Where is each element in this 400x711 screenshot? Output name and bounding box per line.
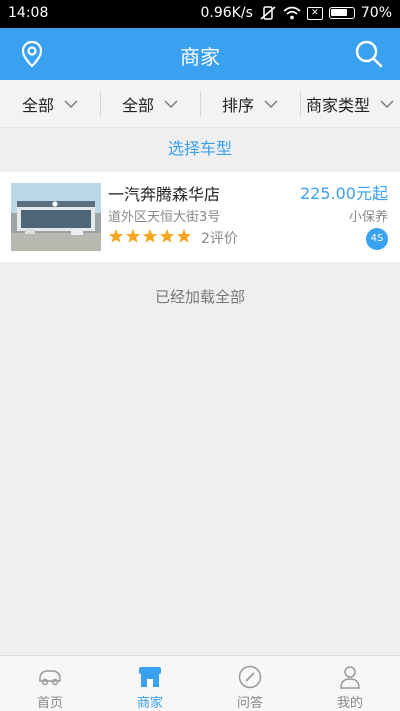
battery-level: 70% [360,5,392,21]
service-type: 小保养 [348,210,388,225]
battery-icon [328,7,355,19]
user-icon [340,666,360,689]
review-count: 2评价 [201,231,238,247]
chevron-down-icon [64,100,78,108]
tab-home[interactable]: 首页 [0,656,100,711]
merchant-name: 一汽奔腾森华店 [108,185,221,204]
chevron-down-icon [264,100,278,108]
status-bar: 14:08 0.96K/s ✕ 70% [0,0,400,28]
wifi-icon [283,6,301,20]
star-icon [125,229,141,243]
star-rating [108,228,192,244]
app-header: 商家 [0,28,400,80]
vibrate-off-icon [260,6,276,20]
tab-qa[interactable]: 问答 [200,656,300,711]
star-icon [108,229,124,243]
page-title: 商家 [180,45,220,69]
bottom-tab-bar: 首页 商家 问答 我的 [0,655,400,711]
star-icon [142,229,158,243]
select-car-type-button[interactable]: 选择车型 [0,128,400,170]
no-sim-icon: ✕ [306,6,323,20]
tab-merchants[interactable]: 商家 [100,656,200,711]
filter-label: 全部 [21,95,54,115]
filter-area[interactable]: 全部 [0,80,100,127]
status-indicators: 0.96K/s ✕ 70% [201,5,393,21]
merchant-card[interactable]: 一汽奔腾森华店 道外区天恒大街3号 225.00元起 小保养 2评价 4S [0,172,400,262]
filter-merchant-type[interactable]: 商家类型 [300,80,400,127]
star-icon [159,229,175,243]
tab-label: 商家 [136,696,163,711]
status-time: 14:08 [8,5,49,21]
car-icon [39,670,61,686]
chevron-down-icon [380,100,394,108]
filter-sort[interactable]: 排序 [200,80,300,127]
tab-label: 我的 [336,696,363,711]
tab-mine[interactable]: 我的 [300,656,400,711]
filter-category[interactable]: 全部 [100,80,200,127]
filter-label: 全部 [121,95,154,115]
merchant-address: 道外区天恒大街3号 [108,210,221,225]
search-icon[interactable] [354,39,384,69]
filter-label: 排序 [221,95,254,115]
merchant-price: 225.00元起 [300,184,388,203]
4s-badge: 4S [366,228,388,250]
star-icon [176,229,192,243]
store-icon [139,667,161,687]
tab-label: 首页 [36,696,63,711]
filter-bar: 全部 全部 排序 商家类型 [0,80,400,128]
tab-label: 问答 [236,696,263,711]
all-loaded-text: 已经加载全部 [154,288,245,306]
compass-icon [238,665,262,689]
filter-label: 商家类型 [305,95,370,115]
merchant-photo [11,183,101,251]
network-speed: 0.96K/s [200,5,253,21]
chevron-down-icon [164,100,178,108]
